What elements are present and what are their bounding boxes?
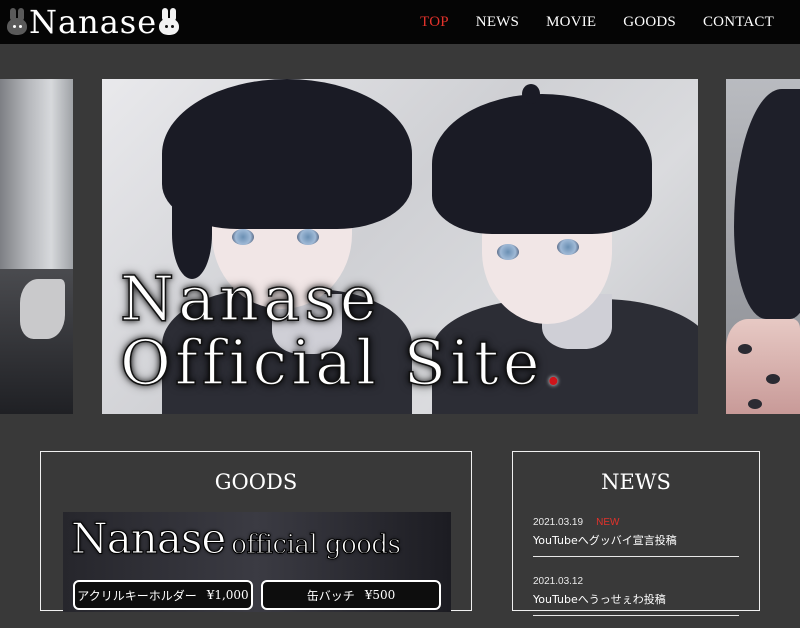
goods-item-name: アクリルキーホルダー [77, 588, 197, 603]
goods-item-name: 缶バッチ [306, 588, 355, 603]
news-title: NEWS [601, 470, 671, 494]
goods-title: GOODS [214, 470, 298, 494]
hero-title-dot: . [543, 326, 568, 399]
nav-news[interactable]: NEWS [476, 14, 519, 31]
news-section: NEWS 2021.03.19 NEW YouTubeへグッバイ宣言投稿 202… [512, 451, 760, 616]
news-date: 2021.03.12 [533, 576, 584, 587]
nav-top[interactable]: TOP [420, 14, 449, 31]
hero-title-line1: Nanase [119, 262, 381, 335]
news-item-title: YouTubeへグッバイ宣言投稿 [533, 534, 677, 547]
carousel-next-slide[interactable] [726, 79, 800, 414]
goods-banner[interactable]: Nanase official goods アクリルキーホルダー ¥1,000 缶… [63, 512, 451, 612]
hero-title: Nanase Official Site. [119, 266, 567, 396]
news-item[interactable]: 2021.03.12 YouTubeへうっせぇわ投稿 [533, 569, 739, 616]
new-badge: NEW [596, 517, 620, 528]
goods-item[interactable]: 缶バッチ ¥500 [261, 580, 441, 610]
main-nav: TOP NEWS MOVIE GOODS CONTACT [393, 0, 774, 44]
goods-section: GOODS Nanase official goods アクリルキーホルダー ¥1… [40, 451, 472, 612]
site-header: Nanase TOP NEWS MOVIE GOODS CONTACT [0, 0, 800, 44]
nav-goods[interactable]: GOODS [623, 14, 676, 31]
goods-banner-heading: Nanase official goods [70, 514, 402, 564]
site-logo[interactable]: Nanase [6, 3, 180, 41]
news-list: 2021.03.19 NEW YouTubeへグッバイ宣言投稿 2021.03.… [533, 510, 739, 628]
news-date: 2021.03.19 [533, 517, 584, 528]
news-item-title: YouTubeへうっせぇわ投稿 [533, 593, 666, 606]
bunny-logo-icon [158, 7, 180, 37]
logo-text: Nanase [29, 3, 158, 41]
bunny-logo-icon [6, 7, 28, 37]
carousel-prev-slide[interactable] [0, 79, 73, 414]
goods-banner-big: Nanase [70, 514, 226, 564]
hero-slide[interactable]: Nanase Official Site. [102, 79, 698, 414]
hero-title-line2: Official Site [119, 326, 544, 399]
goods-banner-small: official goods [231, 530, 402, 561]
nav-contact[interactable]: CONTACT [703, 14, 774, 31]
news-item[interactable]: 2021.03.19 NEW YouTubeへグッバイ宣言投稿 [533, 510, 739, 557]
nav-movie[interactable]: MOVIE [546, 14, 596, 31]
goods-item[interactable]: アクリルキーホルダー ¥1,000 [73, 580, 253, 610]
